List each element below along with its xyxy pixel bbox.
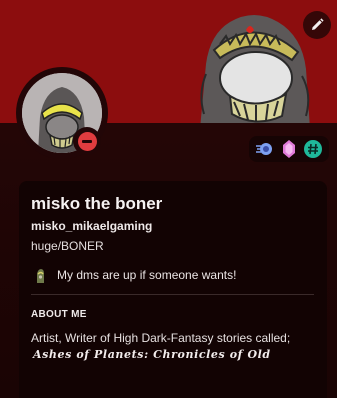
pencil-icon xyxy=(312,18,324,30)
edit-profile-button[interactable] xyxy=(303,11,331,39)
status-emoji-icon xyxy=(31,266,49,284)
about-me-text: Artist, Writer of High Dark-Fantasy stor… xyxy=(31,331,291,345)
about-me-fancy-title: Ashes of Planets: Chronicles of Old xyxy=(33,348,271,361)
pronouns: huge/BONER xyxy=(31,239,104,253)
divider xyxy=(31,294,314,295)
custom-status-text: My dms are up if someone wants! xyxy=(57,268,237,282)
nitro-boost-gem-icon[interactable] xyxy=(279,139,299,159)
do-not-disturb-icon xyxy=(77,131,97,151)
display-name: misko the boner xyxy=(31,194,163,213)
username[interactable]: misko_mikaelgaming xyxy=(31,218,315,234)
hypesquad-balance-icon[interactable] xyxy=(255,139,275,159)
originally-known-as-hashtag-icon[interactable] xyxy=(303,139,323,159)
status-indicator xyxy=(73,127,101,155)
profile-info-panel: misko the boner misko_mikaelgaming huge/… xyxy=(19,181,327,398)
about-me-heading: ABOUT ME xyxy=(31,309,87,320)
profile-card: misko the boner misko_mikaelgaming huge/… xyxy=(0,0,337,398)
badge-list xyxy=(249,136,329,162)
custom-status: My dms are up if someone wants! xyxy=(31,265,315,285)
